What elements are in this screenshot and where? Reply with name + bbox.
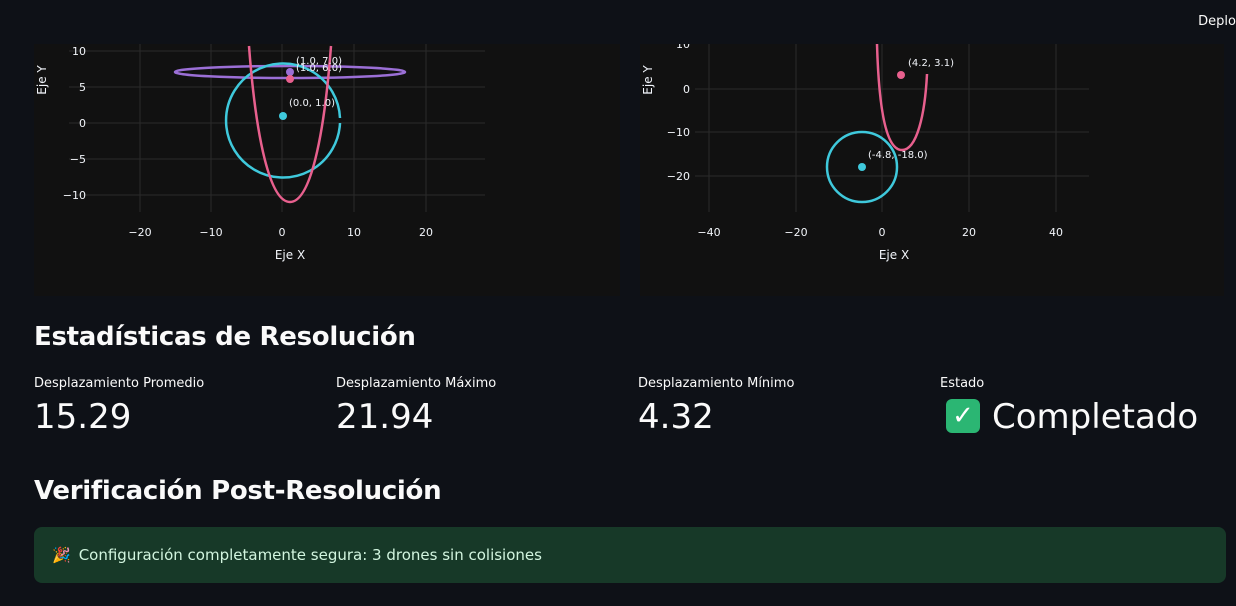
drone-cyan-point[interactable] (279, 112, 287, 120)
success-alert: 🎉 Configuración completamente segura: 3 … (34, 527, 1226, 583)
metric-value: 15.29 (34, 397, 132, 437)
metric-value: 4.32 (638, 397, 714, 437)
point-label: (-4.8, -18.0) (868, 150, 928, 161)
y-tick: −10 (63, 189, 86, 202)
y-tick: 0 (683, 83, 690, 96)
y-axis-label: Eje Y (641, 65, 655, 95)
verification-heading: Verificación Post-Resolución (34, 476, 442, 506)
plot-after-resolution[interactable]: (4.2, 3.1) (-4.8, -18.0) 10 0 −10 −20 −4… (640, 44, 1224, 296)
x-tick: 20 (419, 226, 433, 239)
metric-value: 21.94 (336, 397, 434, 437)
x-tick: −20 (784, 226, 807, 239)
y-tick: 0 (79, 117, 86, 130)
top-toolbar: Deplo (0, 0, 1236, 44)
status-text: Completado (992, 397, 1199, 437)
plot2-svg: (4.2, 3.1) (-4.8, -18.0) 10 0 −10 −20 −4… (641, 44, 1089, 262)
point-label: (1.0, 6.0) (296, 63, 342, 74)
plot1-svg: (1.0, 7.0) (1.0, 6.0) (0.0, 1.0) 10 5 0 … (35, 44, 485, 262)
x-tick: 20 (962, 226, 976, 239)
y-axis-label: Eje Y (35, 65, 49, 95)
x-tick: 0 (879, 226, 886, 239)
metric-label: Desplazamiento Mínimo (638, 376, 795, 391)
party-popper-icon: 🎉 (52, 546, 71, 564)
deploy-button[interactable]: Deplo (1198, 14, 1236, 29)
y-tick: 10 (676, 44, 690, 51)
x-axis-label: Eje X (275, 248, 305, 262)
metric-label: Desplazamiento Promedio (34, 376, 205, 391)
metric-label: Desplazamiento Máximo (336, 376, 497, 391)
point-label: (4.2, 3.1) (908, 58, 954, 69)
y-tick: −20 (667, 170, 690, 183)
x-tick: 10 (347, 226, 361, 239)
x-tick: −40 (697, 226, 720, 239)
y-tick: −10 (667, 126, 690, 139)
drone-cyan-point[interactable] (858, 163, 866, 171)
y-tick: −5 (70, 153, 86, 166)
x-axis-label: Eje X (879, 248, 909, 262)
drone-purple-point[interactable] (286, 68, 294, 76)
metric-value-status: ✓ Completado (940, 397, 1198, 437)
x-tick: 0 (279, 226, 286, 239)
y-tick: 5 (79, 81, 86, 94)
metric-status: Estado ✓ Completado (940, 376, 1198, 437)
y-tick: 10 (72, 45, 86, 58)
stats-heading: Estadísticas de Resolución (34, 322, 416, 352)
x-tick: −10 (199, 226, 222, 239)
metric-min-displacement: Desplazamiento Mínimo 4.32 (638, 376, 794, 437)
x-tick: 40 (1049, 226, 1063, 239)
drone-pink-point[interactable] (897, 71, 905, 79)
metric-average-displacement: Desplazamiento Promedio 15.29 (34, 376, 204, 437)
success-message: Configuración completamente segura: 3 dr… (78, 546, 542, 564)
x-tick: −20 (128, 226, 151, 239)
metric-label: Estado (940, 376, 985, 391)
plot-before-resolution[interactable]: (1.0, 7.0) (1.0, 6.0) (0.0, 1.0) 10 5 0 … (34, 44, 620, 296)
metric-max-displacement: Desplazamiento Máximo 21.94 (336, 376, 496, 437)
check-mark-icon: ✓ (946, 398, 980, 433)
drone-pink-point[interactable] (286, 75, 294, 83)
point-label: (0.0, 1.0) (289, 98, 335, 109)
